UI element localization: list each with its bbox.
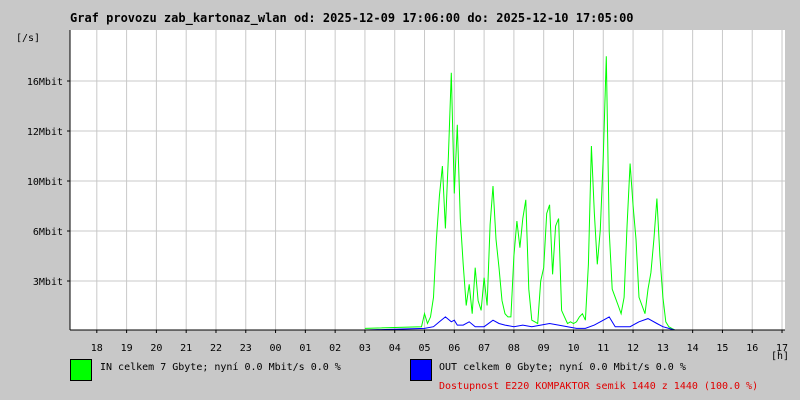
x-tick-label: 16 bbox=[746, 343, 758, 354]
x-tick-label: 05 bbox=[418, 343, 430, 354]
x-tick-label: 21 bbox=[180, 343, 192, 354]
x-tick-label: 00 bbox=[270, 343, 282, 354]
x-axis-label: [h] bbox=[771, 351, 789, 362]
y-tick-label: 12Mbit bbox=[27, 127, 63, 138]
x-tick-label: 07 bbox=[478, 343, 490, 354]
y-tick-label: 3Mbit bbox=[33, 277, 63, 288]
legend-out-swatch bbox=[410, 359, 432, 381]
y-tick-label: 10Mbit bbox=[27, 177, 63, 188]
y-tick-label: 16Mbit bbox=[27, 77, 63, 88]
x-tick-label: 15 bbox=[716, 343, 728, 354]
legend-in-text: IN celkem 7 Gbyte; nyní 0.0 Mbit/s 0.0 % bbox=[100, 362, 341, 373]
y-axis-label: [/s] bbox=[16, 33, 40, 44]
plot-svg: 18 19 20 21 22 23 00 01 02 03 04 05 06 07 08 09 10 11 12 13… bbox=[16, 30, 789, 362]
x-tick-label: 03 bbox=[359, 343, 371, 354]
plot-area bbox=[70, 30, 785, 330]
x-tick-label: 12 bbox=[627, 343, 639, 354]
x-tick-label: 08 bbox=[508, 343, 520, 354]
x-tick-label: 01 bbox=[299, 343, 311, 354]
x-tick-label: 04 bbox=[389, 343, 401, 354]
x-tick-label: 19 bbox=[121, 343, 133, 354]
x-tick-label: 23 bbox=[240, 343, 252, 354]
x-tick-label: 10 bbox=[567, 343, 579, 354]
x-tick-label: 20 bbox=[150, 343, 162, 354]
legend-in-swatch bbox=[70, 359, 92, 381]
x-tick-label: 11 bbox=[597, 343, 609, 354]
y-tick-label: 6Mbit bbox=[33, 227, 63, 238]
traffic-chart: Graf provozu zab_kartonaz_wlan od: 2025-… bbox=[0, 0, 800, 400]
x-tick-label: 02 bbox=[329, 343, 341, 354]
x-tick-label: 22 bbox=[210, 343, 222, 354]
x-tick-label: 09 bbox=[538, 343, 550, 354]
x-tick-label: 18 bbox=[91, 343, 103, 354]
legend-out-text: OUT celkem 0 Gbyte; nyní 0.0 Mbit/s 0.0 … bbox=[439, 362, 686, 373]
x-tick-label: 13 bbox=[657, 343, 669, 354]
availability-text: Dostupnost E220 KOMPAKTOR semik 1440 z 1… bbox=[439, 381, 759, 392]
x-tick-label: 14 bbox=[687, 343, 699, 354]
x-tick-label: 06 bbox=[448, 343, 460, 354]
